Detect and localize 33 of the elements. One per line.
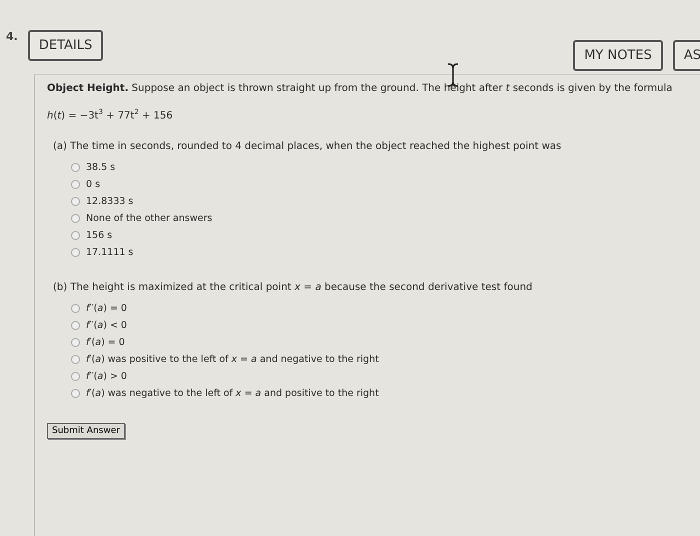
radio-button[interactable] — [71, 389, 80, 398]
radio-button[interactable] — [71, 321, 80, 330]
notes-button[interactable]: MY NOTES — [573, 40, 663, 71]
option-label: f′(a) was positive to the left of x = a and negative to the right — [86, 354, 379, 366]
radio-button[interactable] — [71, 163, 80, 172]
ask-button[interactable]: AS — [672, 40, 700, 71]
option-label: 156 s — [86, 230, 112, 242]
option-label: 38.5 s — [86, 162, 116, 174]
details-button[interactable]: DETAILS — [28, 30, 104, 61]
part-prompt: (b) The height is maximized at the critical point x = a because the second derivative test found — [53, 282, 534, 294]
radio-button[interactable] — [71, 231, 80, 240]
option-label: f′′(a) = 0 — [86, 303, 127, 314]
option-label: f′(a) = 0 — [86, 337, 125, 348]
question-text: Object Height. Suppose an object is thrown straight up from the ground. The height after t seconds is given by the formula — [47, 83, 674, 94]
option-label: 12.8333 s — [86, 196, 134, 208]
question-number: 4. — [6, 30, 18, 43]
part-prompt: (a) The time in seconds, rounded to 4 decimal places, when the object reached the highest point was — [53, 141, 562, 152]
option-label: f′(a) was negative to the left of x = a and positive to the right — [86, 388, 379, 400]
radio-button[interactable] — [71, 338, 80, 348]
formula: h(t) = −3t$^{3}$ + 77t$^{2}$ + 156 — [47, 108, 174, 122]
option-label: 0 s — [86, 179, 100, 190]
radio-button[interactable] — [71, 180, 80, 190]
radio-button[interactable] — [71, 214, 80, 224]
radio-button[interactable] — [71, 372, 80, 382]
option-label: f′′(a) > 0 — [86, 371, 127, 382]
radio-button[interactable] — [71, 304, 80, 314]
option-label: 17.1111 s — [86, 247, 134, 258]
radio-button[interactable] — [71, 355, 80, 364]
radio-button[interactable] — [71, 197, 80, 206]
submit-button[interactable]: Submit Answer — [47, 423, 125, 440]
option-label: f′′(a) < 0 — [86, 320, 127, 332]
radio-button[interactable] — [71, 248, 80, 258]
option-label: None of the other answers — [86, 213, 212, 224]
